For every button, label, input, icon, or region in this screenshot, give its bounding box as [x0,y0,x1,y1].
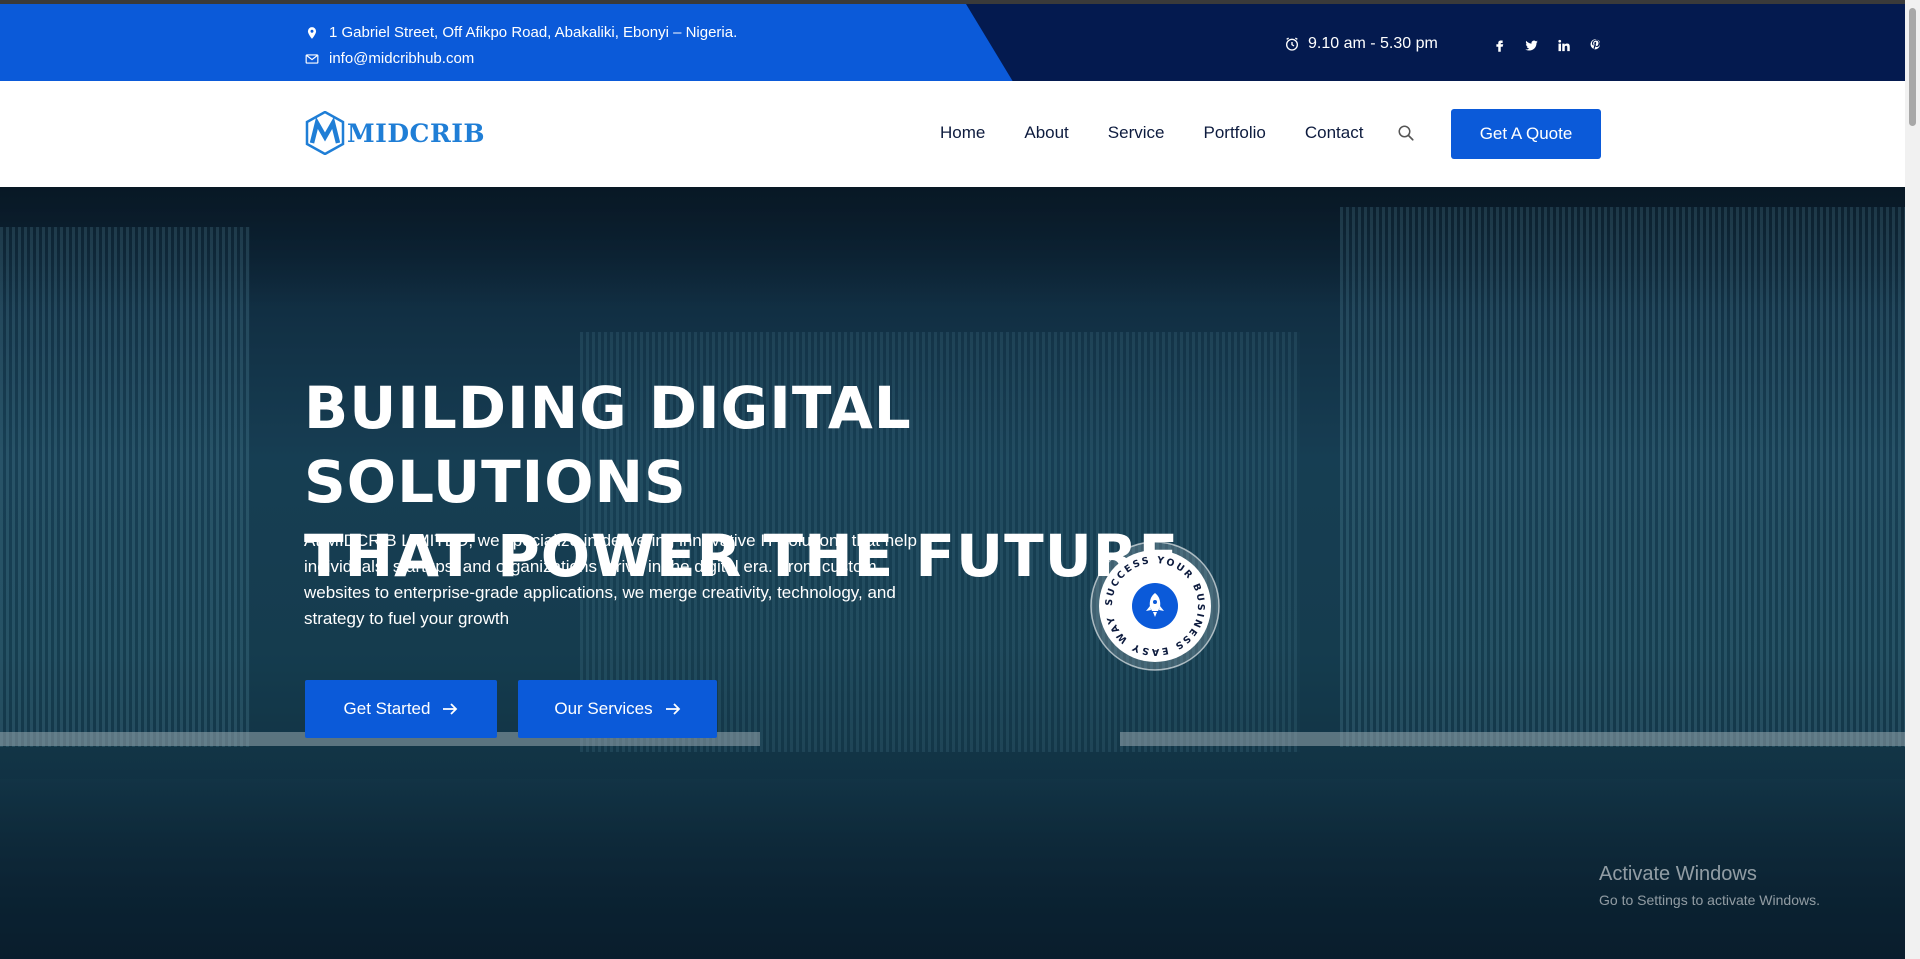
pinterest-icon[interactable] [1586,36,1604,54]
hero-title-line1: BUILDING DIGITAL SOLUTIONS [304,374,912,516]
email-text[interactable]: info@midcribhub.com [329,50,474,67]
address-line: 1 Gabriel Street, Off Afikpo Road, Abaka… [305,24,737,41]
twitter-icon[interactable] [1522,36,1540,54]
main-nav: Home About Service Portfolio Contact [940,123,1363,143]
arrow-right-icon [443,703,458,715]
success-badge[interactable]: SUCCESS YOUR BUSINESS EASY WAY TO [1089,540,1221,672]
nav-about[interactable]: About [1024,123,1068,143]
get-a-quote-button[interactable]: Get A Quote [1451,109,1601,159]
nav-home[interactable]: Home [940,123,985,143]
search-icon[interactable] [1397,124,1415,147]
top-bar: 1 Gabriel Street, Off Afikpo Road, Abaka… [0,0,1905,81]
our-services-label: Our Services [554,699,653,718]
top-bar-blue-panel [0,4,1015,81]
map-pin-icon [307,26,317,39]
our-services-button[interactable]: Our Services [518,680,717,738]
nav-service[interactable]: Service [1108,123,1165,143]
address-text: 1 Gabriel Street, Off Afikpo Road, Abaka… [329,24,738,41]
alarm-clock-icon [1286,37,1298,51]
get-started-button[interactable]: Get Started [305,680,497,738]
business-hours: 9.10 am - 5.30 pm [1284,35,1438,53]
watermark-subtitle: Go to Settings to activate Windows. [1599,892,1820,908]
hero-description: At MIDCRIB LIMITED, we specialize in del… [304,531,917,628]
get-started-label: Get Started [343,699,431,718]
site-logo[interactable]: MIDCRIB [305,111,485,155]
hours-text: 9.10 am - 5.30 pm [1308,35,1438,52]
page-scrollbar[interactable] [1905,0,1920,959]
logo-text: MIDCRIB [347,118,486,148]
email-line[interactable]: info@midcribhub.com [305,50,474,67]
windows-activation-watermark: Activate Windows Go to Settings to activ… [1599,863,1820,908]
facebook-icon[interactable] [1490,36,1508,54]
logo-mark-icon [305,111,345,155]
envelope-icon [305,53,319,64]
main-header: MIDCRIB Home About Service Portfolio Con… [0,81,1905,187]
hero-section: BUILDING DIGITAL SOLUTIONS THAT POWER TH… [0,187,1905,959]
social-links [1490,36,1604,54]
nav-portfolio[interactable]: Portfolio [1203,123,1265,143]
nav-contact[interactable]: Contact [1305,123,1364,143]
scrollbar-thumb[interactable] [1909,8,1916,126]
arrow-right-icon [665,703,680,715]
linkedin-icon[interactable] [1554,36,1572,54]
watermark-title: Activate Windows [1599,863,1757,885]
